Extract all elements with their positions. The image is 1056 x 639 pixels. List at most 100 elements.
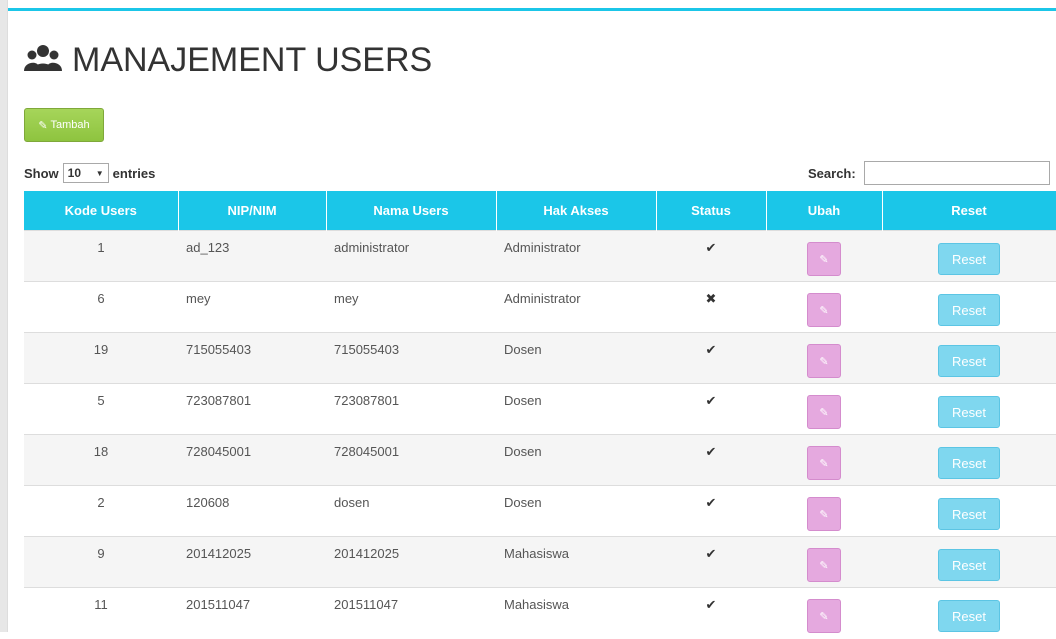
edit-button[interactable]: ✎	[807, 344, 841, 378]
cell-hak-akses: Administrator	[496, 281, 656, 333]
cell-nip: 715055403	[178, 332, 326, 384]
table-row: 19 715055403 715055403 Dosen ✔ ✎ Reset	[24, 332, 1056, 384]
edit-button[interactable]: ✎	[807, 293, 841, 327]
cell-status: ✔	[656, 485, 766, 537]
pencil-icon: ✎	[38, 119, 48, 132]
status-icon: ✖	[705, 291, 717, 306]
reset-button[interactable]: Reset	[938, 345, 1000, 377]
cell-hak-akses: Mahasiswa	[496, 587, 656, 639]
nip-value: 201412025	[186, 546, 252, 561]
status-icon: ✔	[705, 546, 717, 561]
cell-nip: 201412025	[178, 536, 326, 588]
cell-ubah: ✎	[766, 332, 882, 384]
users-table: Kode Users NIP/NIM Nama Users Hak Akses …	[24, 191, 1056, 639]
cell-reset: Reset	[882, 485, 1056, 537]
cell-reset: Reset	[882, 587, 1056, 639]
table-body: 1 ad_123 administrator Administrator ✔ ✎ Reset…	[24, 230, 1056, 639]
column-header-hak-akses[interactable]: Hak Akses	[496, 191, 657, 231]
edit-button[interactable]: ✎	[807, 395, 841, 429]
cell-nama: mey	[326, 281, 496, 333]
cell-ubah: ✎	[766, 536, 882, 588]
nip-value: 728045001	[186, 444, 252, 459]
page-top-accent	[8, 8, 1056, 11]
hak-akses-value: Administrator	[504, 291, 581, 306]
cell-nama: 201511047	[326, 587, 496, 639]
show-label: Show	[24, 165, 59, 181]
add-user-label: Tambah	[50, 119, 90, 131]
edit-button[interactable]: ✎	[807, 599, 841, 633]
column-header-nip[interactable]: NIP/NIM	[178, 191, 327, 231]
kode-value: 2	[97, 495, 105, 510]
cell-kode: 11	[24, 587, 178, 639]
cell-reset: Reset	[882, 536, 1056, 588]
nama-value: 201412025	[334, 546, 400, 561]
cell-status: ✔	[656, 230, 766, 282]
kode-value: 19	[93, 342, 109, 357]
nama-value: 723087801	[334, 393, 400, 408]
edit-icon: ✎	[819, 610, 829, 623]
cell-reset: Reset	[882, 332, 1056, 384]
cell-kode: 2	[24, 485, 178, 537]
nama-value: 728045001	[334, 444, 400, 459]
cell-nama: dosen	[326, 485, 496, 537]
cell-status: ✔	[656, 536, 766, 588]
kode-value: 5	[97, 393, 105, 408]
nip-value: 723087801	[186, 393, 252, 408]
column-header-reset[interactable]: Reset	[882, 191, 1056, 231]
status-icon: ✔	[705, 495, 717, 510]
table-row: 6 mey mey Administrator ✖ ✎ Reset	[24, 281, 1056, 333]
cell-reset: Reset	[882, 281, 1056, 333]
cell-hak-akses: Dosen	[496, 332, 656, 384]
cell-nip: 723087801	[178, 383, 326, 435]
cell-nip: mey	[178, 281, 326, 333]
reset-button[interactable]: Reset	[938, 396, 1000, 428]
reset-button[interactable]: Reset	[938, 243, 1000, 275]
nip-value: 201511047	[186, 597, 251, 612]
cell-kode: 18	[24, 434, 178, 486]
reset-button[interactable]: Reset	[938, 549, 1000, 581]
hak-akses-value: Dosen	[504, 393, 542, 408]
edit-icon: ✎	[819, 304, 829, 317]
hak-akses-value: Dosen	[504, 342, 542, 357]
add-user-button[interactable]: ✎ Tambah	[24, 108, 104, 142]
cell-reset: Reset	[882, 434, 1056, 486]
cell-nama: administrator	[326, 230, 496, 282]
cell-kode: 19	[24, 332, 178, 384]
cell-ubah: ✎	[766, 383, 882, 435]
cell-reset: Reset	[882, 383, 1056, 435]
search-input[interactable]	[863, 161, 1050, 185]
kode-value: 9	[97, 546, 105, 561]
reset-button[interactable]: Reset	[938, 447, 1000, 479]
nip-value: 715055403	[186, 342, 252, 357]
entries-select[interactable]: 10 ▼	[62, 163, 109, 183]
column-header-kode[interactable]: Kode Users	[24, 191, 179, 231]
nama-value: 715055403	[334, 342, 400, 357]
nip-value: mey	[186, 291, 211, 306]
kode-value: 18	[93, 444, 109, 459]
status-icon: ✔	[705, 240, 717, 255]
cell-status: ✖	[656, 281, 766, 333]
edit-button[interactable]: ✎	[807, 446, 841, 480]
column-header-nama[interactable]: Nama Users	[326, 191, 497, 231]
status-icon: ✔	[705, 597, 717, 612]
cell-nama: 201412025	[326, 536, 496, 588]
reset-button[interactable]: Reset	[938, 600, 1000, 632]
reset-button[interactable]: Reset	[938, 498, 1000, 530]
cell-hak-akses: Dosen	[496, 434, 656, 486]
table-row: 5 723087801 723087801 Dosen ✔ ✎ Reset	[24, 383, 1056, 435]
cell-kode: 9	[24, 536, 178, 588]
cell-ubah: ✎	[766, 230, 882, 282]
reset-button[interactable]: Reset	[938, 294, 1000, 326]
edit-button[interactable]: ✎	[807, 242, 841, 276]
nama-value: administrator	[334, 240, 410, 255]
column-header-status[interactable]: Status	[656, 191, 767, 231]
cell-reset: Reset	[882, 230, 1056, 282]
hak-akses-value: Dosen	[504, 444, 542, 459]
table-row: 1 ad_123 administrator Administrator ✔ ✎ Reset	[24, 230, 1056, 282]
column-header-ubah[interactable]: Ubah	[766, 191, 883, 231]
cell-hak-akses: Administrator	[496, 230, 656, 282]
edit-button[interactable]: ✎	[807, 497, 841, 531]
edit-button[interactable]: ✎	[807, 548, 841, 582]
users-icon	[24, 45, 62, 71]
table-row: 2 120608 dosen Dosen ✔ ✎ Reset	[24, 485, 1056, 537]
